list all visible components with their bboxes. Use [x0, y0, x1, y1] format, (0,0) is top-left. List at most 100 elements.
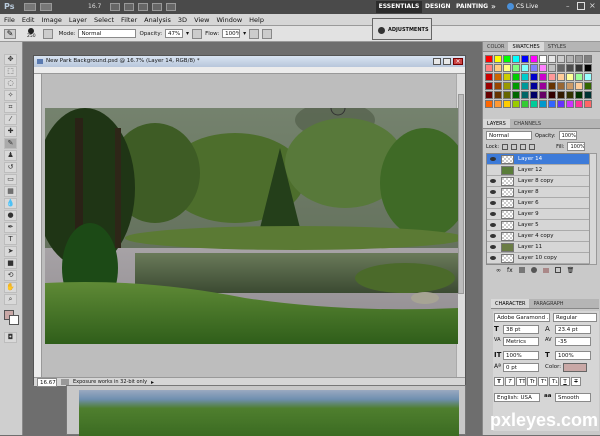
visibility-eye-icon[interactable] [490, 168, 496, 172]
layer-row[interactable]: Layer 10 copy [487, 253, 589, 264]
swatch[interactable] [539, 82, 547, 90]
quick-select-tool-icon[interactable]: ✧ [4, 90, 17, 101]
swatch[interactable] [566, 73, 574, 81]
layer-row[interactable]: Layer 5 [487, 220, 589, 231]
doc-minimize-icon[interactable] [433, 58, 441, 65]
swatch[interactable] [512, 73, 520, 81]
swatch[interactable] [575, 82, 583, 90]
link-layers-icon[interactable]: ∞ [496, 267, 501, 274]
flow-dropdown-icon[interactable]: ▾ [243, 30, 246, 37]
swatch[interactable] [584, 91, 592, 99]
layer-row[interactable]: Layer 11 [487, 242, 589, 253]
swatch[interactable] [557, 73, 565, 81]
blur-tool-icon[interactable]: 💧 [4, 198, 17, 209]
swatch[interactable] [548, 82, 556, 90]
faux-italic-button[interactable]: T [505, 377, 515, 386]
swatch[interactable] [566, 55, 574, 63]
airbrush-icon[interactable] [249, 28, 260, 39]
brush-tool-icon[interactable]: ✎ [4, 138, 17, 149]
swatch[interactable] [494, 82, 502, 90]
fill-field[interactable]: 100% [567, 142, 586, 151]
tab-channels[interactable]: CHANNELS [510, 119, 545, 128]
menu-select[interactable]: Select [94, 16, 114, 24]
pen-tool-icon[interactable]: ✒ [4, 222, 17, 233]
layer-mask-icon[interactable] [518, 267, 525, 273]
vertical-ruler[interactable] [34, 74, 42, 377]
swatch[interactable] [530, 64, 538, 72]
swatch[interactable] [485, 73, 493, 81]
swatch[interactable] [557, 91, 565, 99]
workspace-painting[interactable]: PAINTING [456, 3, 488, 10]
swatch[interactable] [539, 100, 547, 108]
swatch[interactable] [512, 64, 520, 72]
history-brush-tool-icon[interactable]: ↺ [4, 162, 17, 173]
swatch[interactable] [548, 91, 556, 99]
swatch[interactable] [566, 91, 574, 99]
3d-rotate-tool-icon[interactable]: ⟲ [4, 270, 17, 281]
move-tool-icon[interactable]: ✥ [4, 54, 17, 65]
menu-edit[interactable]: Edit [22, 16, 35, 24]
swatch[interactable] [521, 64, 529, 72]
swatch[interactable] [521, 73, 529, 81]
subscript-button[interactable]: T₁ [549, 377, 559, 386]
swatch[interactable] [548, 64, 556, 72]
delete-layer-icon[interactable]: 🗑 [567, 267, 575, 274]
tab-character[interactable]: CHARACTER [491, 299, 530, 308]
swatch[interactable] [548, 73, 556, 81]
swatch[interactable] [557, 64, 565, 72]
swatch[interactable] [503, 82, 511, 90]
screen-mode-icon[interactable] [166, 3, 176, 11]
superscript-button[interactable]: T¹ [538, 377, 548, 386]
healing-brush-tool-icon[interactable]: ✚ [4, 126, 17, 137]
zoom-level[interactable]: 16.7 [88, 3, 101, 10]
layer-row[interactable]: Layer 4 copy [487, 231, 589, 242]
swatch[interactable] [539, 91, 547, 99]
swatch[interactable] [494, 64, 502, 72]
swatch[interactable] [530, 73, 538, 81]
shape-tool-icon[interactable]: ■ [4, 258, 17, 269]
adjustment-layer-icon[interactable] [530, 267, 537, 273]
pressure-opacity-icon[interactable] [192, 28, 203, 39]
tab-styles[interactable]: STYLES [544, 42, 570, 51]
group-folder-icon[interactable] [542, 267, 549, 273]
layer-row[interactable]: Layer 9 [487, 209, 589, 220]
background-color-swatch[interactable] [9, 315, 19, 325]
doc-close-icon[interactable]: × [453, 58, 463, 65]
swatch[interactable] [485, 100, 493, 108]
swatch[interactable] [530, 100, 538, 108]
swatch[interactable] [557, 55, 565, 63]
layer-blend-mode-select[interactable]: Normal [486, 131, 532, 140]
workspace-essentials[interactable]: ESSENTIALS [376, 1, 422, 13]
layer-style-icon[interactable]: fx [507, 267, 513, 274]
menu-layer[interactable]: Layer [69, 16, 87, 24]
eyedropper-tool-icon[interactable]: ⁄ [4, 114, 17, 125]
close-icon[interactable]: × [589, 1, 596, 10]
tab-color[interactable]: COLOR [483, 42, 508, 51]
hand-view-icon[interactable] [110, 3, 120, 11]
swatch[interactable] [530, 82, 538, 90]
flow-field[interactable]: 100% [222, 29, 241, 38]
zoom-view-icon[interactable] [124, 3, 134, 11]
menu-help[interactable]: Help [249, 16, 264, 24]
brush-tool-preset-icon[interactable]: ✎ [4, 28, 16, 39]
font-size-field[interactable]: 38 pt [503, 325, 539, 334]
swatch[interactable] [503, 55, 511, 63]
scroll-thumb[interactable] [458, 94, 464, 294]
minimize-icon[interactable]: – [566, 2, 570, 10]
new-layer-icon[interactable] [554, 267, 561, 273]
layer-row[interactable]: Layer 12 [487, 165, 589, 176]
swatch[interactable] [584, 73, 592, 81]
strikethrough-button[interactable]: T [571, 377, 581, 386]
rotate-view-icon[interactable] [138, 3, 148, 11]
swatch[interactable] [548, 55, 556, 63]
tab-swatches[interactable]: SWATCHES [508, 42, 544, 51]
opacity-field[interactable]: 47% [165, 29, 184, 38]
tab-paragraph[interactable]: PARAGRAPH [529, 299, 567, 308]
hand-tool-icon[interactable]: ✋ [4, 282, 17, 293]
swatch[interactable] [566, 64, 574, 72]
language-select[interactable]: English: USA [494, 393, 540, 402]
swatch[interactable] [557, 82, 565, 90]
adjustments-panel[interactable]: ADJUSTMENTS [372, 18, 432, 40]
layer-row[interactable]: Layer 8 copy [487, 176, 589, 187]
swatch[interactable] [521, 55, 529, 63]
